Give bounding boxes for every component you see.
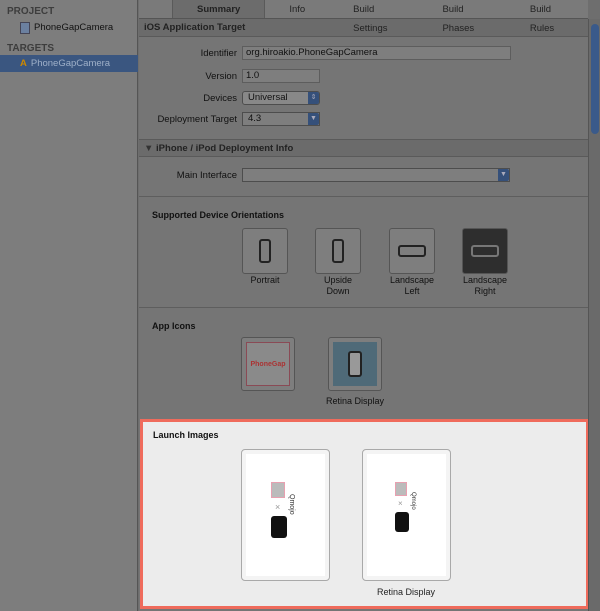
tab-build-rules[interactable]: Build Rules — [506, 0, 588, 34]
app-icon-well[interactable]: PhoneGap — [241, 337, 295, 391]
tab-build-phases[interactable]: Build Phases — [418, 0, 505, 34]
project-file-icon — [20, 21, 30, 34]
main-interface-select[interactable]: ▼ — [242, 168, 510, 182]
retina-app-icon-well[interactable] — [328, 337, 382, 391]
stepper-arrows-icon: ⇕ — [308, 92, 319, 104]
launch-image: × Qmojo — [246, 454, 325, 576]
project-header: PROJECT — [7, 6, 55, 17]
retina-display-label: Retina Display — [376, 587, 436, 597]
iphone-info-title: iPhone / iPod Deployment Info — [156, 143, 294, 154]
retina-app-icon — [333, 342, 377, 386]
tab-build-settings[interactable]: Build Settings — [329, 0, 418, 34]
deployment-select[interactable]: 4.3 ▼ — [242, 112, 320, 126]
divider — [139, 307, 588, 308]
sidebar-item-label: PhoneGapCamera — [34, 22, 114, 33]
tab-bar: Summary Info Build Settings Build Phases… — [139, 0, 588, 34]
deployment-value: 4.3 — [248, 113, 262, 124]
deployment-label: Deployment Target — [157, 114, 237, 125]
app-target-icon: A — [20, 58, 27, 69]
divider — [139, 196, 588, 197]
orientation-portrait-button[interactable] — [242, 228, 288, 274]
version-field[interactable]: 1.0 — [242, 69, 320, 83]
phone-upside-down-icon — [332, 239, 344, 263]
orientations-title: Supported Device Orientations — [152, 210, 285, 220]
devices-value: Universal — [248, 92, 288, 103]
camera-icon — [271, 516, 287, 538]
phone-landscape-right-icon — [471, 245, 499, 257]
phone-portrait-icon — [259, 239, 271, 263]
phonegap-app-icon: PhoneGap — [246, 342, 290, 386]
iphone-info-header[interactable]: ▼ iPhone / iPod Deployment Info — [139, 139, 588, 157]
orientation-label: Landscape Right — [462, 275, 508, 296]
devices-label: Devices — [203, 93, 237, 104]
identifier-field[interactable]: org.hiroakio.PhoneGapCamera — [242, 46, 511, 60]
orientation-label: Landscape Left — [389, 275, 435, 296]
version-label: Version — [205, 71, 237, 82]
orientation-upside-down-button[interactable] — [315, 228, 361, 274]
scrollbar-thumb[interactable] — [591, 24, 599, 134]
vertical-scrollbar[interactable] — [588, 19, 600, 611]
orientation-landscape-left-button[interactable] — [389, 228, 435, 274]
retina-launch-image-well[interactable]: × Qmojo — [362, 449, 451, 581]
chevron-down-icon: ▼ — [308, 113, 319, 125]
tab-summary[interactable]: Summary — [172, 0, 266, 18]
disclosure-triangle-icon: ▼ — [144, 143, 157, 154]
orientation-label: Portrait — [250, 275, 280, 285]
launch-images-section: Launch Images × Qmojo × Qmojo Retina Dis… — [140, 419, 589, 609]
sidebar-item-target[interactable]: A PhoneGapCamera — [0, 55, 138, 72]
sidebar-item-label: PhoneGapCamera — [30, 58, 111, 69]
retina-launch-image: × Qmojo — [367, 454, 446, 576]
orientation-label: Upside Down — [323, 275, 352, 296]
main-interface-label: Main Interface — [176, 170, 237, 181]
devices-select[interactable]: Universal ⇕ — [242, 91, 320, 105]
sidebar-item-project[interactable]: PhoneGapCamera — [0, 19, 138, 36]
camera-icon — [395, 512, 409, 532]
retina-display-label: Retina Display — [325, 396, 385, 406]
orientation-landscape-right-button[interactable] — [462, 228, 508, 274]
app-icons-title: App Icons — [152, 321, 196, 331]
sidebar: PROJECT PhoneGapCamera TARGETS A PhoneGap… — [0, 0, 138, 611]
phone-landscape-left-icon — [398, 245, 426, 257]
targets-header: TARGETS — [7, 43, 55, 54]
tab-info[interactable]: Info — [265, 0, 329, 18]
launch-images-title: Launch Images — [153, 430, 219, 440]
launch-image-well[interactable]: × Qmojo — [241, 449, 330, 581]
identifier-label: Identifier — [200, 48, 237, 59]
chevron-down-icon: ▼ — [498, 169, 509, 181]
